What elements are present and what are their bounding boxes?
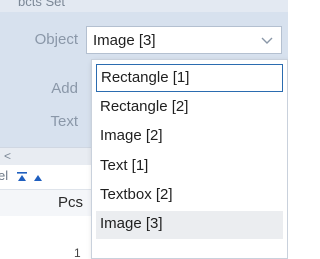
object-combobox-value: Image [3] <box>93 32 156 49</box>
panel-header: bcts Set <box>0 0 288 12</box>
object-combobox[interactable]: Image [3] <box>86 26 282 54</box>
column-header-pcs[interactable]: Pcs <box>58 194 83 211</box>
dropdown-option[interactable]: Text [1] <box>96 153 283 181</box>
dropdown-option[interactable]: Rectangle [1] <box>96 64 283 92</box>
row-number: 1 <box>74 246 81 259</box>
dropdown-option[interactable]: Textbox [2] <box>96 182 283 210</box>
scroll-left-icon[interactable]: < <box>4 149 11 163</box>
toolbar-label: el <box>0 168 9 183</box>
move-up-icon[interactable] <box>32 170 44 182</box>
text-label: Text <box>50 113 78 130</box>
object-dropdown-list[interactable]: Rectangle [1] Rectangle [2] Image [2] Te… <box>91 59 288 259</box>
dropdown-option-selected[interactable]: Image [3] <box>96 211 283 239</box>
panel-title: bcts Set <box>18 0 65 9</box>
move-to-top-icon[interactable] <box>16 170 28 182</box>
object-label: Object <box>34 31 78 48</box>
dropdown-option[interactable]: Rectangle [2] <box>96 94 283 122</box>
dropdown-option[interactable]: Image [2] <box>96 123 283 151</box>
chevron-down-icon[interactable] <box>259 31 275 49</box>
screen: bcts Set Object Image [3] Add Text < el <box>0 0 288 259</box>
add-label: Add <box>51 80 78 97</box>
